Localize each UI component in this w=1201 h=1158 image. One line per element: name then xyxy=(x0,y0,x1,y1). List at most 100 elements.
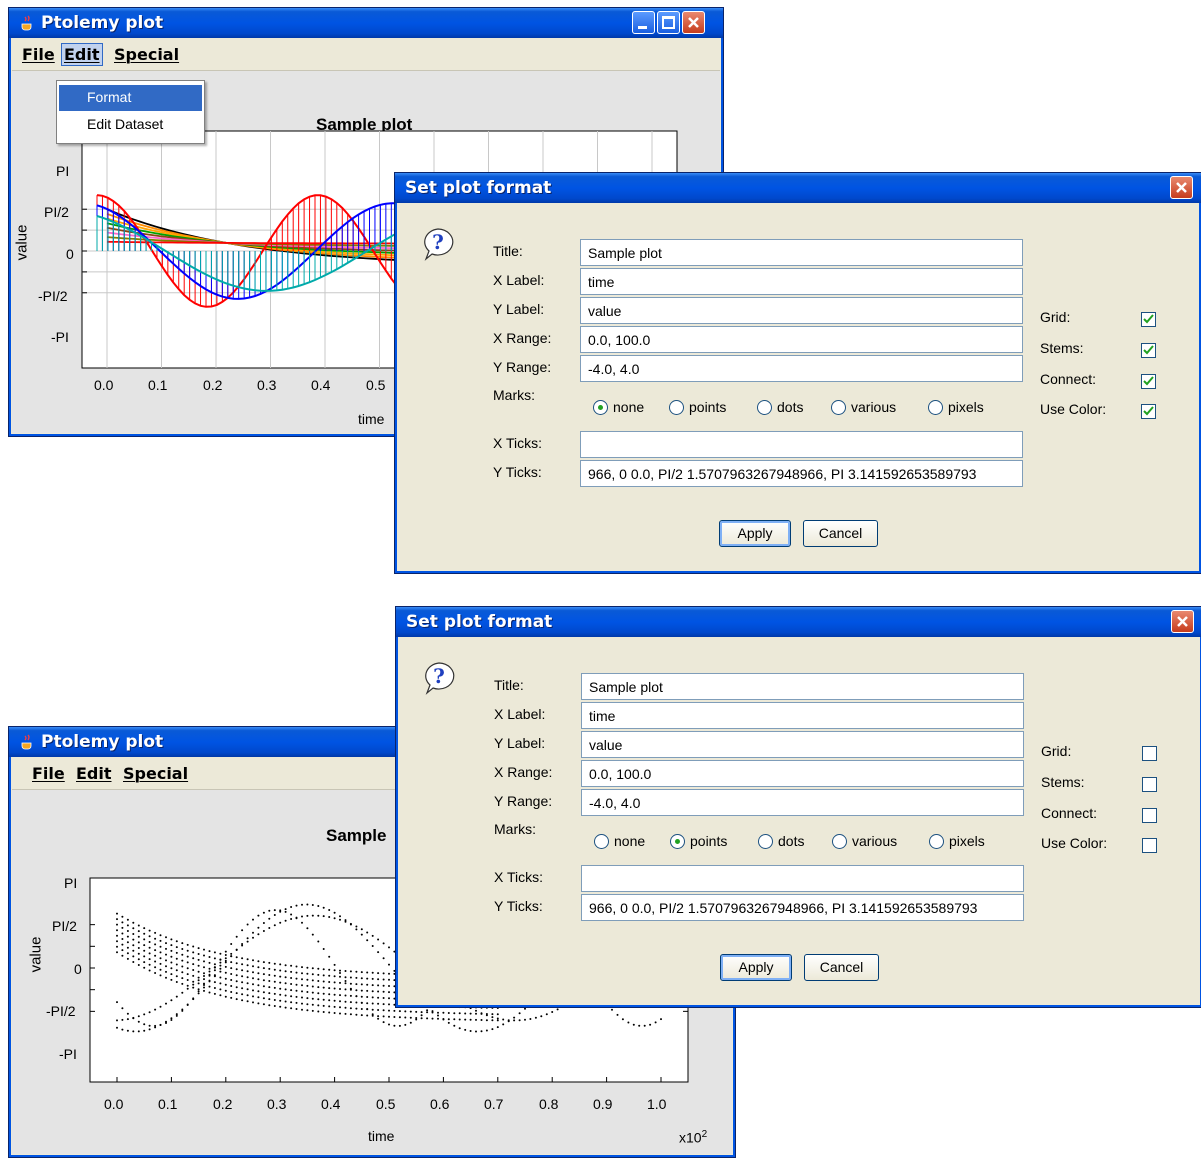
yrange-field[interactable]: -4.0, 4.0 xyxy=(580,355,1023,382)
close-icon[interactable] xyxy=(1171,610,1194,633)
maximize-icon[interactable] xyxy=(657,11,680,34)
menu-edit[interactable]: Edit xyxy=(61,43,103,66)
checkbox-label: Connect: xyxy=(1040,371,1097,387)
marks-option-label: pixels xyxy=(948,399,984,415)
label-xlabel: X Label: xyxy=(494,706,546,722)
checkbox[interactable] xyxy=(1141,343,1156,358)
marks-radio-dots[interactable] xyxy=(758,834,773,849)
dialog-titlebar[interactable]: Set plot format xyxy=(395,173,1201,203)
menu-file[interactable]: File xyxy=(29,764,68,783)
marks-option-label: dots xyxy=(778,833,805,849)
dialog-titlebar[interactable]: Set plot format xyxy=(396,607,1201,637)
label-xlabel: X Label: xyxy=(493,272,545,288)
svg-text:?: ? xyxy=(433,664,445,688)
check-icon xyxy=(1143,314,1154,324)
checkbox[interactable] xyxy=(1141,374,1156,389)
xlabel-field[interactable]: time xyxy=(581,702,1024,729)
marks-option-label: pixels xyxy=(949,833,985,849)
label-xrange: X Range: xyxy=(494,764,553,780)
checkbox[interactable] xyxy=(1142,777,1157,792)
ylabel-field[interactable]: value xyxy=(580,297,1023,324)
marks-radio-pixels[interactable] xyxy=(929,834,944,849)
ylabel-field[interactable]: value xyxy=(581,731,1024,758)
dialog-title: Set plot format xyxy=(405,178,552,198)
check-icon xyxy=(1143,406,1154,416)
label-marks: Marks: xyxy=(493,387,535,403)
check-icon xyxy=(1143,345,1154,355)
close-icon[interactable] xyxy=(1170,176,1193,199)
menu-special[interactable]: Special xyxy=(120,764,191,783)
label-title: Title: xyxy=(494,677,524,693)
checkbox[interactable] xyxy=(1142,746,1157,761)
label-ylabel: Y Label: xyxy=(494,735,546,751)
marks-radio-points[interactable] xyxy=(669,400,684,415)
marks-option-label: dots xyxy=(777,399,804,415)
label-yticks: Y Ticks: xyxy=(493,464,542,480)
menu-file[interactable]: File xyxy=(19,45,58,64)
marks-radio-various[interactable] xyxy=(832,834,847,849)
dialog-title: Set plot format xyxy=(406,612,553,632)
yrange-field[interactable]: -4.0, 4.0 xyxy=(581,789,1024,816)
yticks-field[interactable]: 966, 0 0.0, PI/2 1.5707963267948966, PI … xyxy=(581,894,1024,921)
format-dialog-top: Set plot format ? Title: Sample plot X Lab… xyxy=(394,172,1201,574)
check-icon xyxy=(1143,376,1154,386)
java-cup-icon xyxy=(21,15,32,31)
marks-option-label: various xyxy=(851,399,897,415)
checkbox-label: Use Color: xyxy=(1041,835,1108,851)
checkbox-label: Grid: xyxy=(1040,309,1071,325)
title-field[interactable]: Sample plot xyxy=(580,239,1023,266)
menu-item-edit-dataset[interactable]: Edit Dataset xyxy=(59,112,202,138)
cancel-button[interactable]: Cancel xyxy=(804,954,879,981)
checkbox[interactable] xyxy=(1142,838,1157,853)
label-xticks: X Ticks: xyxy=(493,435,543,451)
menu-special[interactable]: Special xyxy=(111,45,182,64)
checkbox-label: Stems: xyxy=(1041,774,1085,790)
marks-radio-dots[interactable] xyxy=(757,400,772,415)
checkbox[interactable] xyxy=(1141,404,1156,419)
menu-edit[interactable]: Edit xyxy=(73,764,115,783)
checkbox-label: Connect: xyxy=(1041,805,1098,821)
apply-button[interactable]: Apply xyxy=(719,520,791,547)
xticks-field[interactable] xyxy=(580,431,1023,458)
edit-menu-dropdown: Format Edit Dataset xyxy=(56,80,205,144)
marks-radio-pixels[interactable] xyxy=(928,400,943,415)
menubar: File Edit Special xyxy=(12,40,720,71)
yticks-field[interactable]: 966, 0 0.0, PI/2 1.5707963267948966, PI … xyxy=(580,460,1023,487)
label-ylabel: Y Label: xyxy=(493,301,545,317)
question-icon: ? xyxy=(425,662,455,695)
xrange-field[interactable]: 0.0, 100.0 xyxy=(581,760,1024,787)
question-icon: ? xyxy=(424,228,454,261)
label-xrange: X Range: xyxy=(493,330,552,346)
label-marks: Marks: xyxy=(494,821,536,837)
minimize-icon[interactable] xyxy=(632,11,655,34)
window-title: Ptolemy plot xyxy=(41,732,164,752)
format-dialog-bottom: Set plot format ? Title: Sample plot X Lab… xyxy=(395,606,1201,1008)
checkbox[interactable] xyxy=(1142,808,1157,823)
marks-radio-various[interactable] xyxy=(831,400,846,415)
title-field[interactable]: Sample plot xyxy=(581,673,1024,700)
label-xticks: X Ticks: xyxy=(494,869,544,885)
marks-option-label: points xyxy=(690,833,728,849)
marks-option-label: various xyxy=(852,833,898,849)
checkbox-label: Use Color: xyxy=(1040,401,1107,417)
menu-item-format[interactable]: Format xyxy=(59,85,202,111)
marks-radio-none[interactable] xyxy=(593,400,608,415)
xlabel-field[interactable]: time xyxy=(580,268,1023,295)
window-title: Ptolemy plot xyxy=(41,13,164,33)
marks-option-label: none xyxy=(613,399,645,415)
xticks-field[interactable] xyxy=(581,865,1024,892)
marks-radio-points[interactable] xyxy=(670,834,685,849)
label-title: Title: xyxy=(493,243,523,259)
checkbox[interactable] xyxy=(1141,312,1156,327)
plot-window-top-titlebar[interactable]: Ptolemy plot xyxy=(9,8,723,38)
checkbox-label: Grid: xyxy=(1041,743,1072,759)
label-yticks: Y Ticks: xyxy=(494,898,543,914)
close-icon[interactable] xyxy=(682,11,705,34)
marks-option-label: points xyxy=(689,399,727,415)
label-yrange: Y Range: xyxy=(494,793,553,809)
java-cup-icon xyxy=(21,734,32,750)
cancel-button[interactable]: Cancel xyxy=(803,520,878,547)
marks-radio-none[interactable] xyxy=(594,834,609,849)
xrange-field[interactable]: 0.0, 100.0 xyxy=(580,326,1023,353)
apply-button[interactable]: Apply xyxy=(720,954,792,981)
